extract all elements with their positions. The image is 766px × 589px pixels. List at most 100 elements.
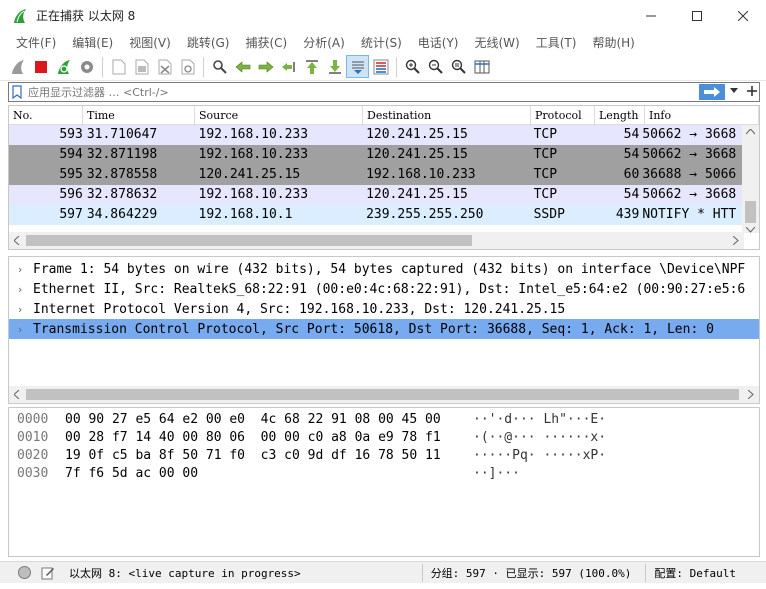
column-header-source[interactable]: Source	[195, 106, 363, 124]
chevron-right-icon[interactable]: ›	[9, 263, 31, 276]
details-horizontal-scrollbar[interactable]	[9, 386, 759, 403]
go-forward-button[interactable]	[254, 55, 277, 78]
resize-columns-button[interactable]	[470, 55, 493, 78]
zoom-in-button[interactable]	[401, 55, 424, 78]
capture-comment-icon[interactable]	[41, 566, 55, 580]
column-header-length[interactable]: Length	[595, 106, 645, 124]
scrollbar-thumb[interactable]	[745, 201, 756, 223]
packet-row[interactable]: 597 34.864229 192.168.10.1 239.255.255.2…	[9, 205, 759, 225]
colorize-button[interactable]	[369, 55, 392, 78]
packet-destination: 120.241.25.15	[366, 187, 468, 202]
packet-row[interactable]: 596 32.878632 192.168.10.233 120.241.25.…	[9, 185, 759, 205]
menu-help[interactable]: 帮助(H)	[584, 34, 642, 51]
chevron-right-icon[interactable]: ›	[9, 323, 31, 336]
packet-time: 32.878632	[86, 187, 158, 202]
first-packet-button[interactable]	[300, 55, 323, 78]
apply-filter-button[interactable]	[699, 84, 725, 100]
zoom-out-button[interactable]	[424, 55, 447, 78]
column-header-no[interactable]: No.	[9, 106, 83, 124]
column-header-info[interactable]: Info	[645, 106, 759, 124]
bytes-hex: 19 0f c5 ba 8f 50 71 f0 c3 c0 9d df 16 7…	[65, 448, 441, 463]
open-file-button[interactable]	[107, 55, 130, 78]
zoom-in-icon	[405, 59, 420, 74]
packet-length: 54	[623, 127, 640, 142]
menu-edit[interactable]: 编辑(E)	[64, 34, 121, 51]
menu-telephony[interactable]: 电话(Y)	[410, 34, 467, 51]
column-header-protocol[interactable]: Protocol	[531, 106, 595, 124]
packet-source: 192.168.10.233	[198, 127, 309, 142]
display-filter-input[interactable]	[25, 83, 699, 101]
expert-info-indicator[interactable]	[18, 566, 31, 579]
bytes-ascii: ·(··@··· ······x·	[473, 430, 607, 445]
chevron-right-icon[interactable]: ›	[9, 303, 31, 316]
close-file-button[interactable]	[153, 55, 176, 78]
chevron-right-icon	[733, 236, 739, 245]
start-capture-button[interactable]	[6, 55, 29, 78]
reload-file-button[interactable]	[176, 55, 199, 78]
maximize-button[interactable]	[674, 0, 720, 31]
auto-scroll-button[interactable]	[346, 55, 369, 78]
last-packet-button[interactable]	[323, 55, 346, 78]
zoom-out-icon	[428, 59, 443, 74]
profile-selector[interactable]: 配置: Default	[654, 565, 736, 581]
go-back-button[interactable]	[231, 55, 254, 78]
packet-list-horizontal-scrollbar[interactable]	[9, 232, 744, 249]
minimize-icon	[646, 15, 656, 16]
detail-ipv4[interactable]: › Internet Protocol Version 4, Src: 192.…	[9, 299, 759, 319]
menu-wireless[interactable]: 无线(W)	[467, 34, 528, 51]
minimize-button[interactable]	[628, 0, 674, 31]
capture-options-button[interactable]	[75, 55, 98, 78]
bytes-row[interactable]: 0000 00 90 27 e5 64 e2 00 e0 4c 68 22 91…	[9, 411, 759, 429]
bytes-row[interactable]: 0020 19 0f c5 ba 8f 50 71 f0 c3 c0 9d df…	[9, 447, 759, 465]
packet-row[interactable]: 594 32.871198 192.168.10.233 120.241.25.…	[9, 145, 759, 165]
scrollbar-thumb[interactable]	[26, 235, 472, 246]
restart-capture-button[interactable]	[52, 55, 75, 78]
bytes-offset: 0000	[17, 412, 49, 427]
filter-bookmark-button[interactable]	[9, 83, 25, 101]
packet-length: 439	[615, 207, 640, 222]
column-header-time[interactable]: Time	[83, 106, 195, 124]
column-header-destination[interactable]: Destination	[363, 106, 531, 124]
packet-list-header: No. Time Source Destination Protocol Len…	[9, 106, 759, 125]
menu-go[interactable]: 跳转(G)	[179, 34, 238, 51]
detail-text: Internet Protocol Version 4, Src: 192.16…	[33, 301, 566, 317]
scrollbar-thumb[interactable]	[26, 389, 739, 400]
chevron-right-icon[interactable]: ›	[9, 283, 31, 296]
menu-file[interactable]: 文件(F)	[8, 34, 64, 51]
bytes-row[interactable]: 0010 00 28 f7 14 40 00 80 06 00 00 c0 a8…	[9, 429, 759, 447]
save-file-button[interactable]	[130, 55, 153, 78]
menu-view[interactable]: 视图(V)	[121, 34, 179, 51]
close-file-icon	[158, 59, 171, 74]
magnifier-icon	[212, 59, 227, 74]
status-bar: 以太网 8: <live capture in progress> 分组: 59…	[0, 561, 766, 583]
detail-tcp[interactable]: › Transmission Control Protocol, Src Por…	[9, 319, 759, 339]
bytes-ascii: ··'·d··· Lh"···E·	[473, 412, 607, 427]
find-packet-button[interactable]	[208, 55, 231, 78]
filter-history-dropdown[interactable]	[729, 87, 739, 97]
normal-size-button[interactable]	[447, 55, 470, 78]
wireshark-fin-icon	[14, 8, 26, 23]
detail-frame[interactable]: › Frame 1: 54 bytes on wire (432 bits), …	[9, 259, 759, 279]
maximize-icon	[692, 10, 702, 21]
go-to-packet-button[interactable]	[277, 55, 300, 78]
detail-ethernet[interactable]: › Ethernet II, Src: RealtekS_68:22:91 (0…	[9, 279, 759, 299]
add-filter-button[interactable]	[745, 85, 759, 99]
menu-tools[interactable]: 工具(T)	[528, 34, 585, 51]
packet-row[interactable]: 595 32.878558 120.241.25.15 192.168.10.2…	[9, 165, 759, 185]
detail-text: Transmission Control Protocol, Src Port:…	[33, 321, 714, 337]
status-divider	[645, 563, 647, 582]
menu-analyze[interactable]: 分析(A)	[295, 34, 353, 51]
zoom-reset-icon	[451, 59, 466, 74]
menu-capture[interactable]: 捕获(C)	[237, 34, 295, 51]
arrow-right-icon	[704, 87, 720, 97]
packet-no: 594	[59, 147, 83, 162]
status-divider	[421, 563, 423, 582]
bytes-ascii: ·····Pq· ·····xP·	[473, 448, 607, 463]
menu-statistics[interactable]: 统计(S)	[353, 34, 410, 51]
stop-capture-button[interactable]	[29, 55, 52, 78]
packet-row[interactable]: 593 31.710647 192.168.10.233 120.241.25.…	[9, 125, 759, 145]
close-button[interactable]	[720, 0, 766, 31]
packet-list-vertical-scrollbar[interactable]	[742, 125, 759, 233]
packet-list-body: 593 31.710647 192.168.10.233 120.241.25.…	[9, 125, 759, 225]
bytes-row[interactable]: 0030 7f f6 5d ac 00 00 ··]···	[9, 465, 759, 483]
